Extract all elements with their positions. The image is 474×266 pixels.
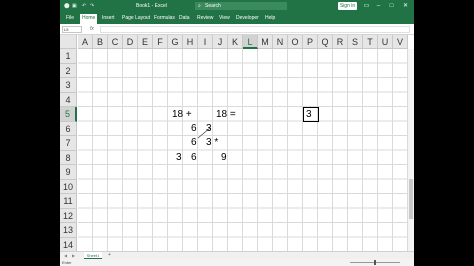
add-sheet-button[interactable]: +: [108, 252, 111, 259]
column-header-d[interactable]: D: [123, 35, 138, 49]
search-box[interactable]: ⌕ Search: [195, 2, 287, 10]
tab-view[interactable]: View: [219, 15, 230, 21]
column-header-m[interactable]: M: [258, 35, 273, 49]
ribbon-display-icon[interactable]: ▭: [362, 2, 371, 10]
close-icon[interactable]: ✕: [401, 2, 410, 10]
formula-bar: L5 fx: [60, 24, 414, 35]
cell-g7[interactable]: 6: [191, 137, 197, 149]
tab-formulas[interactable]: Formulas: [154, 15, 175, 21]
cell-g6[interactable]: 6: [191, 123, 197, 135]
column-header-n[interactable]: N: [273, 35, 288, 49]
tab-page-layout[interactable]: Page Layout: [122, 15, 150, 21]
row-header-1[interactable]: 1: [60, 49, 77, 64]
scrollbar-thumb[interactable]: [409, 179, 413, 219]
tab-data[interactable]: Data: [179, 15, 190, 21]
column-header-o[interactable]: O: [288, 35, 303, 49]
column-header-j[interactable]: J: [213, 35, 228, 49]
column-header-a[interactable]: A: [78, 35, 93, 49]
active-cell-l5[interactable]: 3: [303, 107, 319, 122]
cell-h7[interactable]: 3 *: [206, 137, 218, 149]
status-bar: Enter: [60, 259, 414, 266]
window-title: Book1 - Excel: [136, 3, 167, 9]
autosave-toggle[interactable]: ⬤: [64, 3, 70, 9]
search-icon: ⌕: [198, 3, 201, 9]
minimize-icon[interactable]: –: [374, 2, 383, 10]
name-box[interactable]: L5: [62, 26, 82, 33]
fx-icon[interactable]: fx: [90, 26, 94, 33]
tab-home[interactable]: Home: [80, 14, 98, 24]
row-header-14[interactable]: 14: [60, 237, 77, 252]
row-header-5[interactable]: 5: [60, 107, 77, 122]
column-header-i[interactable]: I: [198, 35, 213, 49]
row-header-9[interactable]: 9: [60, 165, 77, 180]
column-header-t[interactable]: T: [363, 35, 378, 49]
cell-g8[interactable]: 6: [191, 152, 197, 164]
row-header-3[interactable]: 3: [60, 78, 77, 93]
column-header-v[interactable]: V: [393, 35, 408, 49]
column-header-b[interactable]: B: [93, 35, 108, 49]
column-header-l[interactable]: L: [243, 35, 258, 49]
row-header-13[interactable]: 13: [60, 223, 77, 238]
tab-insert[interactable]: Insert: [102, 15, 115, 21]
column-header-r[interactable]: R: [333, 35, 348, 49]
vertical-scrollbar[interactable]: [408, 49, 414, 251]
sheet-prev-icon[interactable]: ◀: [64, 252, 67, 259]
tab-review[interactable]: Review: [197, 15, 213, 21]
save-icon[interactable]: ▣: [72, 3, 77, 9]
ribbon-tabs: File Home Insert Page Layout Formulas Da…: [60, 12, 414, 24]
tab-help[interactable]: Help: [265, 15, 275, 21]
cell-grid[interactable]: [78, 49, 414, 252]
column-header-p[interactable]: P: [303, 35, 318, 49]
redo-icon[interactable]: ↷: [90, 3, 94, 9]
cell-j5[interactable]: 18 =: [216, 109, 236, 121]
sheet-tab-sheet1[interactable]: Sheet1: [84, 252, 102, 259]
select-all-corner[interactable]: [60, 35, 77, 49]
sign-in-button[interactable]: Sign in: [338, 2, 357, 10]
search-placeholder: Search: [205, 3, 221, 9]
row-header-8[interactable]: 8: [60, 150, 77, 165]
cell-i8[interactable]: 9: [221, 152, 227, 164]
title-bar: ⬤ ▣ ↶ ↷ Book1 - Excel ⌕ Search Sign in ▭…: [60, 0, 414, 12]
tab-developer[interactable]: Developer: [236, 15, 259, 21]
row-header-4[interactable]: 4: [60, 92, 77, 107]
undo-icon[interactable]: ↶: [82, 3, 86, 9]
tab-file[interactable]: File: [66, 15, 74, 21]
column-header-c[interactable]: C: [108, 35, 123, 49]
column-header-e[interactable]: E: [138, 35, 153, 49]
column-header-f[interactable]: F: [153, 35, 168, 49]
formula-input[interactable]: [100, 26, 410, 33]
row-header-12[interactable]: 12: [60, 208, 77, 223]
row-header-6[interactable]: 6: [60, 121, 77, 136]
column-header-s[interactable]: S: [348, 35, 363, 49]
row-header-11[interactable]: 11: [60, 194, 77, 209]
column-header-h[interactable]: H: [183, 35, 198, 49]
column-header-g[interactable]: G: [168, 35, 183, 49]
sheet-tab-bar: ◀ ▶ Sheet1 +: [60, 251, 414, 259]
excel-window: ⬤ ▣ ↶ ↷ Book1 - Excel ⌕ Search Sign in ▭…: [60, 0, 414, 266]
cell-f8[interactable]: 3: [176, 152, 182, 164]
column-header-k[interactable]: K: [228, 35, 243, 49]
cell-g5[interactable]: 18 +: [172, 109, 192, 121]
zoom-slider-knob[interactable]: [374, 260, 376, 265]
column-header-u[interactable]: U: [378, 35, 393, 49]
row-header-10[interactable]: 10: [60, 179, 77, 194]
sheet-next-icon[interactable]: ▶: [72, 252, 75, 259]
maximize-icon[interactable]: □: [387, 2, 396, 10]
row-header-7[interactable]: 7: [60, 136, 77, 151]
status-mode: Enter: [62, 260, 72, 265]
column-header-q[interactable]: Q: [318, 35, 333, 49]
row-header-2[interactable]: 2: [60, 63, 77, 78]
